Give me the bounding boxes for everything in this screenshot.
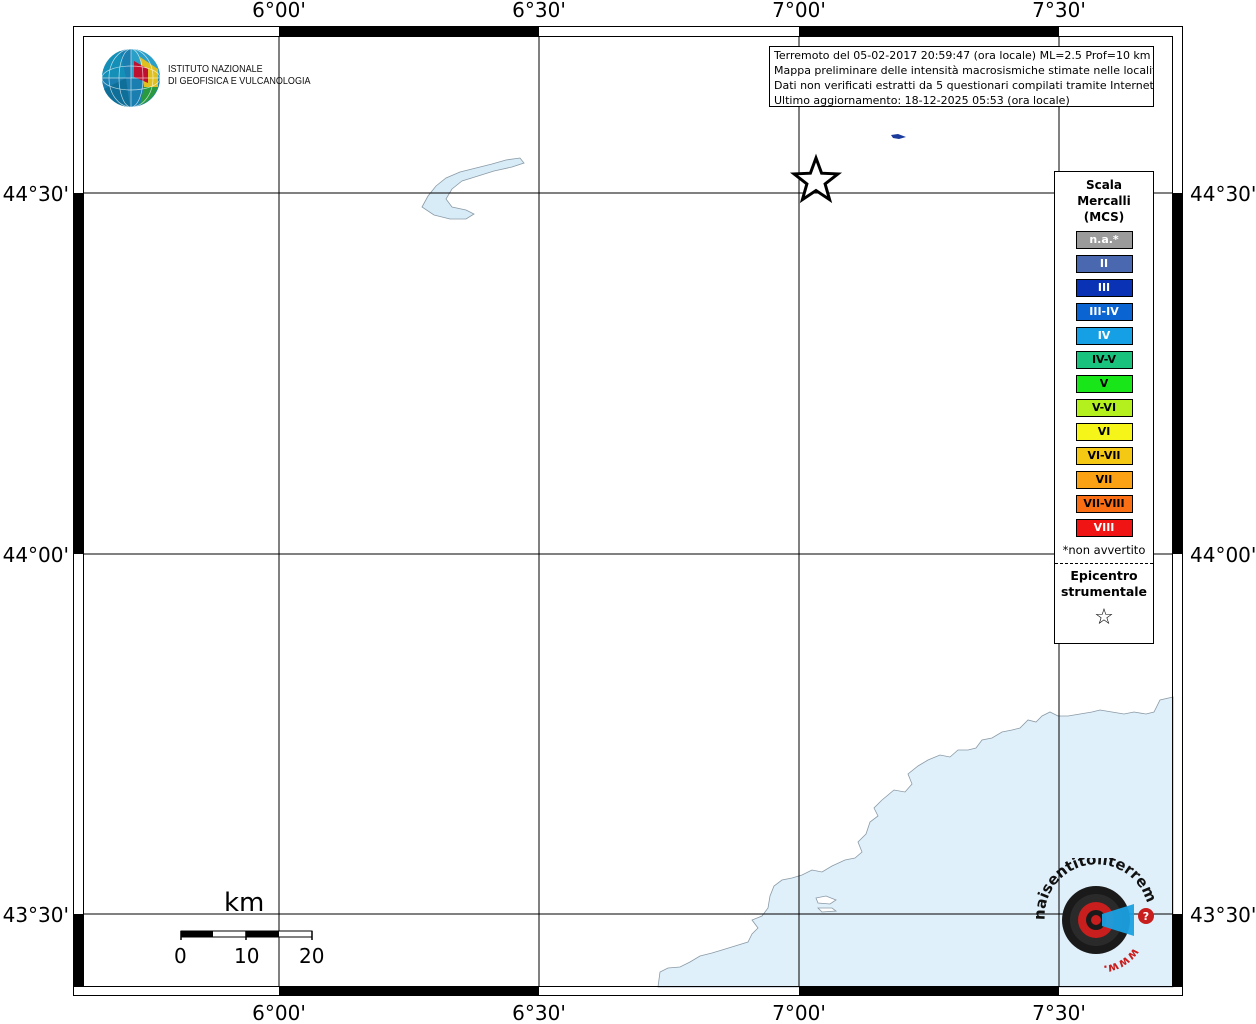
ingv-line1: ISTITUTO NAZIONALE — [168, 63, 263, 75]
event-info-line: Dati non verificati estratti da 5 questi… — [774, 79, 1154, 92]
legend-epicenter-title: Epicentro strumentale — [1055, 568, 1153, 600]
event-info-line: Mappa preliminare delle intensità macros… — [774, 64, 1154, 77]
intensity-legend: Scala Mercalli (MCS) n.a.* II III III-IV IV I… — [1054, 171, 1154, 644]
ingv-logo: ISTITUTO NAZIONALE DI GEOFISICA E VULCAN… — [100, 47, 311, 109]
lat-label-right: 44°00' — [1190, 543, 1256, 567]
legend-item: VI-VII — [1075, 447, 1133, 465]
legend-title-line: Mercalli — [1077, 194, 1131, 208]
hsit-logo: haisentitoilterremoto.it www. ? — [1031, 844, 1161, 982]
small-lake — [891, 134, 906, 139]
lon-label-bottom: 6°30' — [512, 1001, 566, 1024]
lat-label-left: 43°30' — [3, 903, 69, 927]
lat-label-left: 44°00' — [3, 543, 69, 567]
scale-unit: km — [224, 888, 265, 918]
legend-item: IV-V — [1075, 351, 1133, 369]
legend-star-icon: ☆ — [1094, 605, 1114, 630]
scale-label: 10 — [234, 944, 260, 968]
globe-icon — [101, 48, 161, 108]
legend-item: V — [1075, 375, 1133, 393]
lat-label-right: 44°30' — [1190, 182, 1256, 206]
hsit-question-icon: ? — [1143, 910, 1149, 923]
scale-label: 0 — [174, 944, 187, 968]
lon-label-top: 7°30' — [1032, 0, 1086, 22]
lon-label-top: 7°00' — [772, 0, 826, 22]
legend-item: VIII — [1075, 519, 1133, 537]
legend-item: n.a.* — [1075, 231, 1133, 249]
legend-title-line: (MCS) — [1083, 210, 1125, 224]
event-info-line: Terremoto del 05-02-2017 20:59:47 (ora l… — [774, 49, 1151, 62]
legend-title-line: Scala — [1085, 178, 1123, 192]
ingv-line2: DI GEOFISICA E VULCANOLOGIA — [168, 75, 311, 87]
legend-item: II — [1075, 255, 1133, 273]
legend-epicenter-line: strumentale — [1060, 584, 1148, 599]
legend-item: VII — [1075, 471, 1133, 489]
legend-item: VII-VIII — [1075, 495, 1133, 513]
legend-items: n.a.* II III III-IV IV IV-V V V-VI VI VI-VII VII VI… — [1055, 231, 1153, 537]
scale-label: 20 — [299, 944, 325, 968]
ingv-name: ISTITUTO NAZIONALE DI GEOFISICA E VULCAN… — [168, 63, 311, 87]
event-info-box: Terremoto del 05-02-2017 20:59:47 (ora l… — [769, 46, 1154, 107]
legend-epicenter-line: Epicentro — [1070, 568, 1138, 583]
legend-item: III — [1075, 279, 1133, 297]
lon-label-top: 6°30' — [512, 0, 566, 22]
legend-item: III-IV — [1075, 303, 1133, 321]
legend-item: IV — [1075, 327, 1133, 345]
legend-item: V-VI — [1075, 399, 1133, 417]
lon-label-top: 6°00' — [252, 0, 306, 22]
legend-item: VI — [1075, 423, 1133, 441]
legend-title: Scala Mercalli (MCS) — [1055, 177, 1153, 225]
event-info-line: Ultimo aggiornamento: 18-12-2025 05:53 (… — [774, 94, 1070, 107]
lake — [421, 157, 525, 220]
target-icon: haisentitoilterremoto.it www. ? — [1031, 844, 1161, 977]
lon-label-bottom: 7°30' — [1032, 1001, 1086, 1024]
scale-bar — [180, 930, 313, 940]
lon-label-bottom: 7°00' — [772, 1001, 826, 1024]
lat-label-left: 44°30' — [3, 182, 69, 206]
legend-note: *non avvertito — [1055, 543, 1153, 564]
lon-label-bottom: 6°00' — [252, 1001, 306, 1024]
lat-label-right: 43°30' — [1190, 903, 1256, 927]
